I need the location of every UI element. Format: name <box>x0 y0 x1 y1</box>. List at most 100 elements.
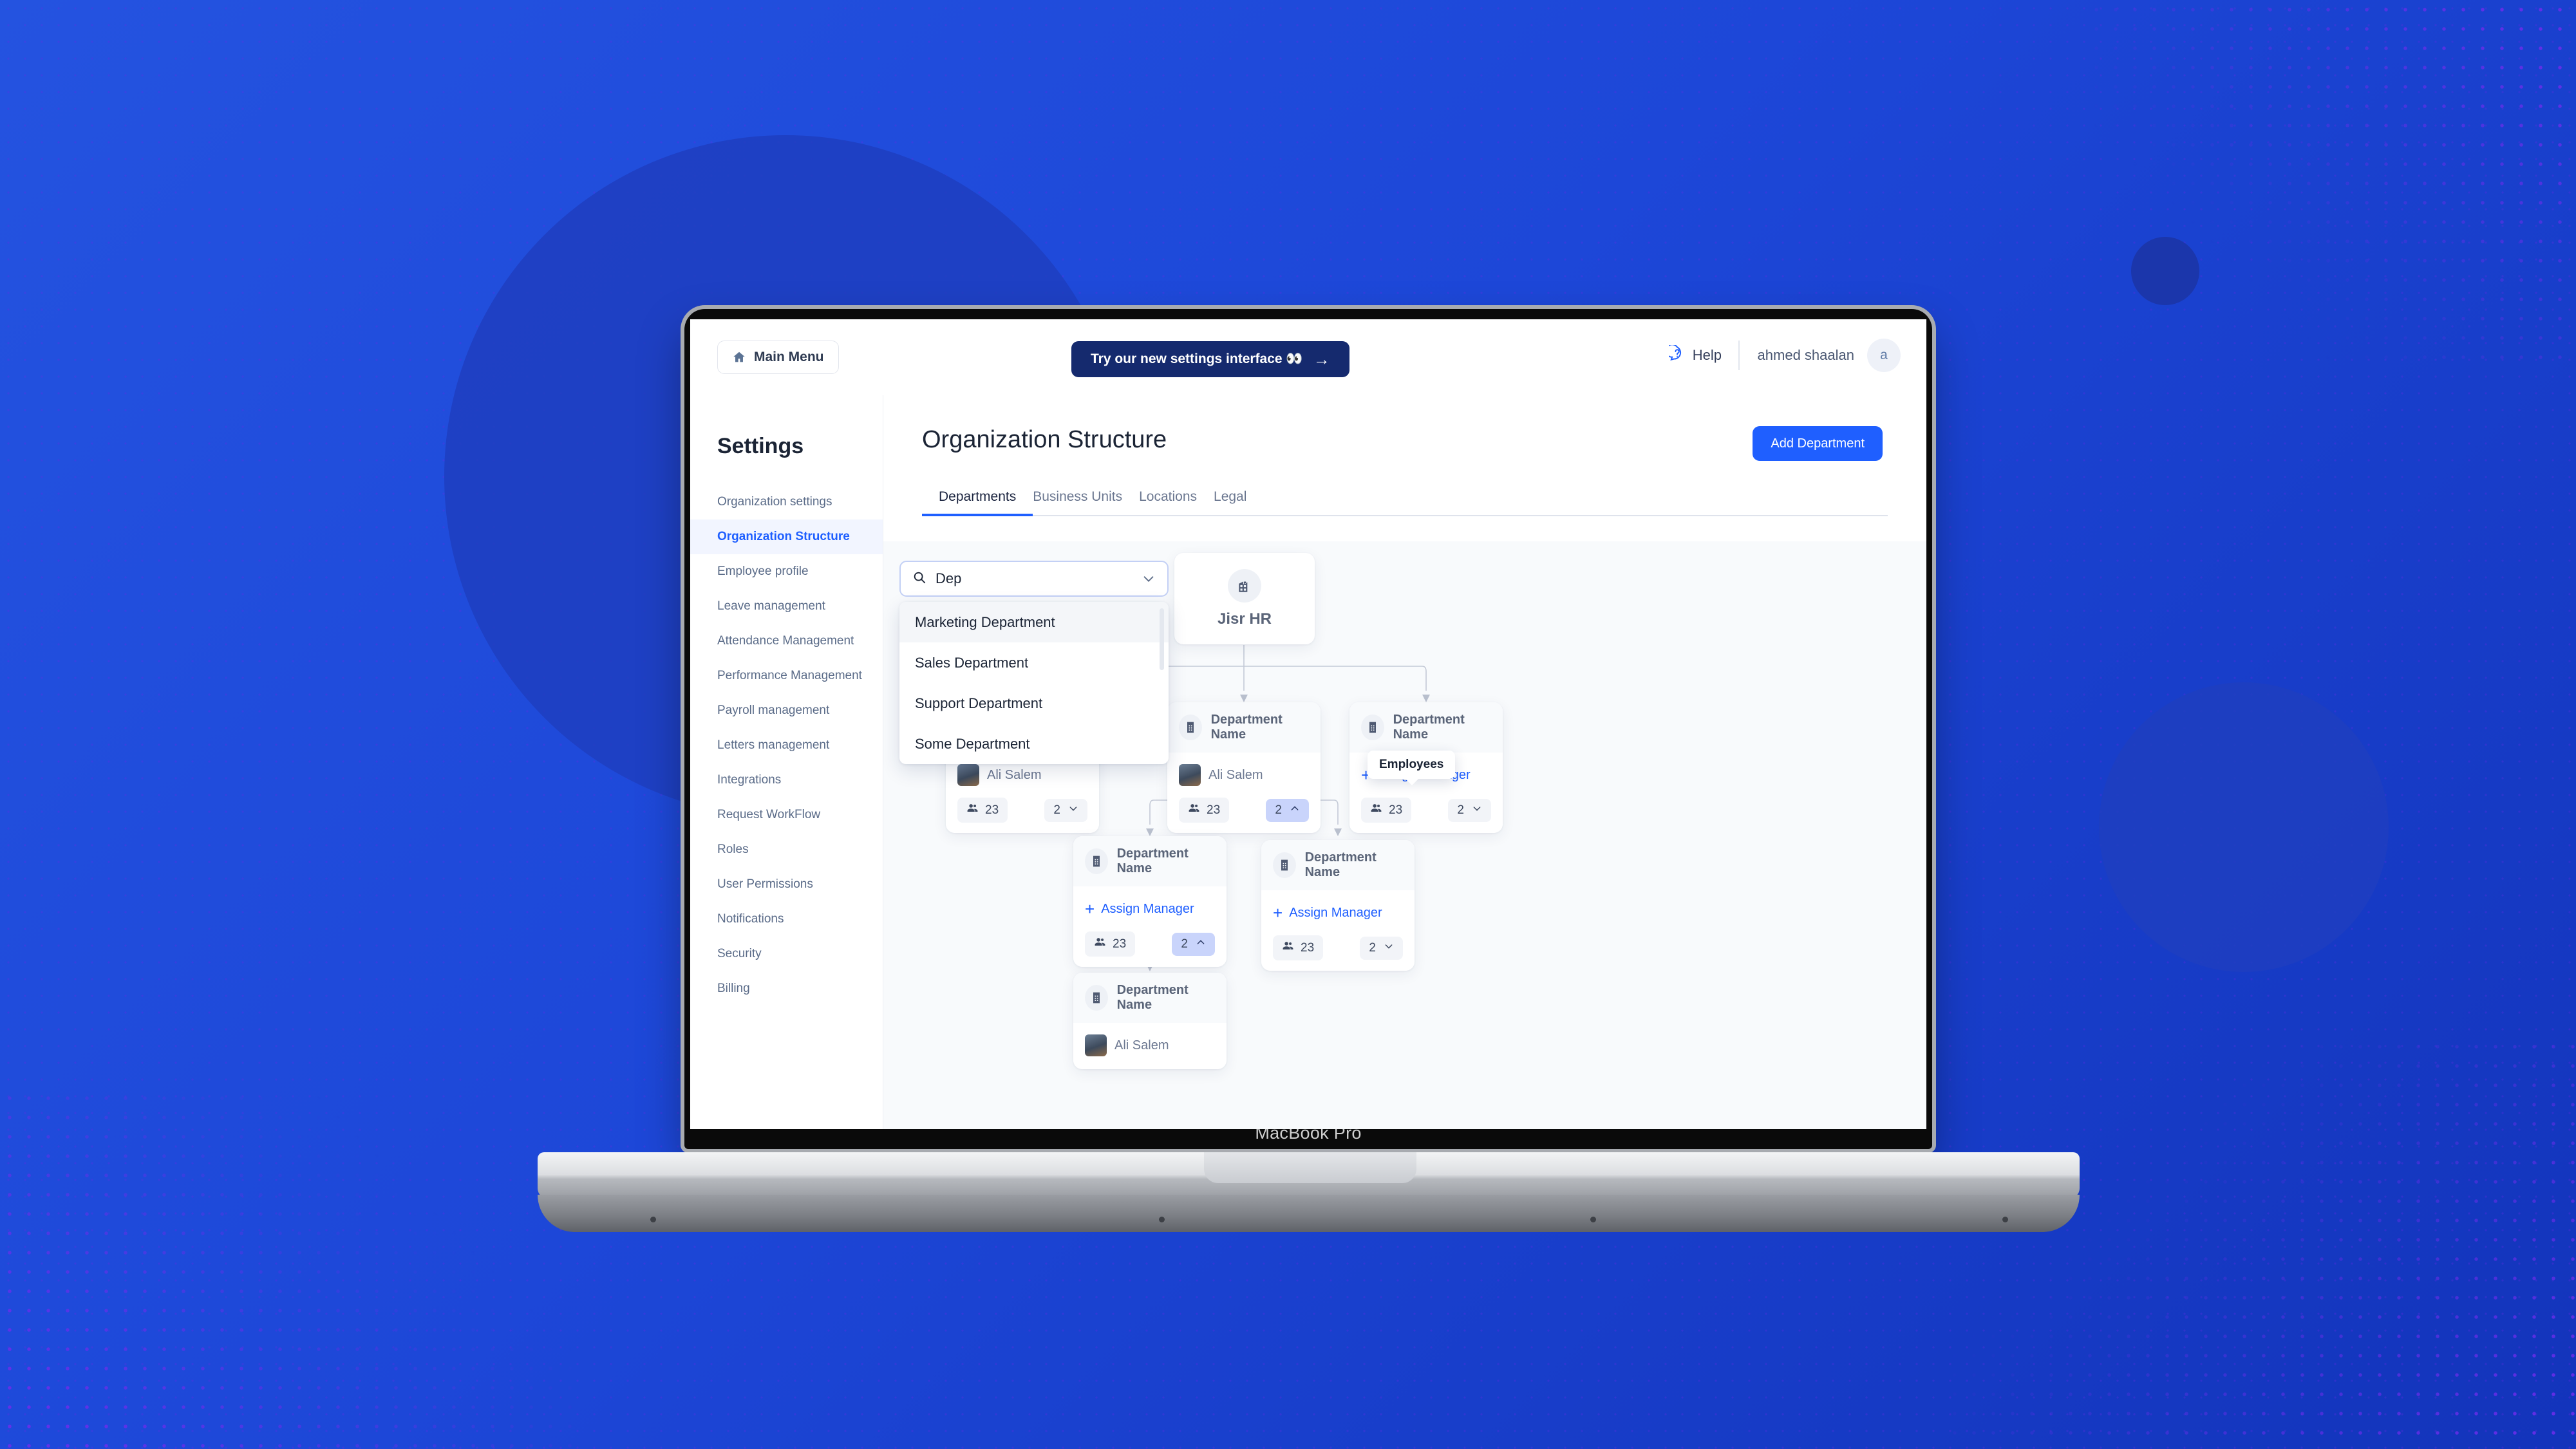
expand-children-toggle[interactable]: 2 <box>1448 798 1491 822</box>
children-count: 2 <box>1369 940 1376 955</box>
sidebar-item-security[interactable]: Security <box>690 937 883 971</box>
org-node-body: Ali Salem 23 2 <box>1167 753 1321 833</box>
add-department-button[interactable]: Add Department <box>1753 426 1883 461</box>
promo-banner-button[interactable]: Try our new settings interface 👀 → <box>1071 341 1349 377</box>
children-count: 2 <box>1053 803 1060 817</box>
sidebar-item-notifications[interactable]: Notifications <box>690 902 883 937</box>
org-node-5[interactable]: Department Name + Assign Manager 23 2 <box>1261 840 1415 971</box>
employees-icon <box>1188 802 1200 818</box>
children-count: 2 <box>1457 803 1464 817</box>
tab-business-units[interactable]: Business Units <box>1016 489 1139 515</box>
employees-count-pill[interactable]: 23 <box>1361 798 1412 823</box>
employees-count-pill[interactable]: 23 <box>1273 935 1324 960</box>
main-menu-button[interactable]: Main Menu <box>717 341 839 374</box>
manager-avatar <box>1085 1034 1107 1056</box>
employees-count-pill[interactable]: 23 <box>1179 798 1230 823</box>
assign-manager-button[interactable]: + Assign Manager <box>1273 899 1403 926</box>
laptop-base-foot <box>538 1195 2080 1232</box>
sidebar-item-performance-management[interactable]: Performance Management <box>690 659 883 693</box>
promo-banner-text: Try our new settings interface 👀 <box>1091 351 1303 366</box>
user-name-label: ahmed shaalan <box>1757 347 1854 363</box>
help-label: Help <box>1692 347 1722 363</box>
org-node-body: Ali Salem 23 2 <box>946 753 1099 833</box>
laptop-mockup: MacBook Pro Main Menu Try our new settin… <box>0 0 2576 1449</box>
org-node-footer: 23 2 <box>1361 798 1491 823</box>
org-node-header: Department Name <box>1167 702 1321 753</box>
main-menu-label: Main Menu <box>754 350 824 364</box>
chevron-down-icon <box>1472 803 1482 818</box>
sidebar-item-leave-management[interactable]: Leave management <box>690 589 883 624</box>
laptop-screen: Main Menu Try our new settings interface… <box>690 319 1926 1129</box>
org-node-manager-row[interactable]: Ali Salem <box>957 762 1087 789</box>
org-node-header: Department Name <box>1073 836 1227 886</box>
org-node-footer: 23 2 <box>1179 798 1309 823</box>
employees-count-pill[interactable]: 23 <box>1085 931 1136 957</box>
search-input-box[interactable]: Dep <box>899 561 1169 597</box>
employees-icon <box>1094 936 1106 952</box>
org-node-footer: 23 2 <box>1085 931 1215 957</box>
org-node-manager-row[interactable]: Ali Salem <box>1085 1032 1215 1059</box>
laptop-base-notch <box>1204 1152 1416 1183</box>
settings-sidebar: Settings Organization settings Organizat… <box>690 395 883 1129</box>
manager-avatar <box>1179 764 1201 786</box>
sidebar-item-letters-management[interactable]: Letters management <box>690 728 883 763</box>
app-topbar: Main Menu Try our new settings interface… <box>690 319 1926 395</box>
dropdown-scrollbar[interactable] <box>1160 608 1164 670</box>
sidebar-item-employee-profile[interactable]: Employee profile <box>690 554 883 589</box>
org-node-manager-row[interactable]: Ali Salem <box>1179 762 1309 789</box>
org-node-6[interactable]: Department Name Ali Salem <box>1073 973 1227 1069</box>
sidebar-item-integrations[interactable]: Integrations <box>690 763 883 798</box>
org-node-body: Ali Salem <box>1073 1023 1227 1069</box>
employees-count: 23 <box>1113 937 1127 951</box>
sidebar-item-billing[interactable]: Billing <box>690 971 883 1006</box>
org-node-2[interactable]: Department Name Ali Salem 23 2 <box>1167 702 1321 833</box>
sidebar-item-payroll-management[interactable]: Payroll management <box>690 693 883 728</box>
help-button[interactable]: Help <box>1665 344 1738 366</box>
org-node-title: Department Name <box>1116 846 1189 875</box>
sidebar-item-organization-structure[interactable]: Organization Structure <box>690 519 883 554</box>
sidebar-item-user-permissions[interactable]: User Permissions <box>690 867 883 902</box>
tab-legal[interactable]: Legal <box>1197 489 1263 515</box>
chevron-down-icon <box>1068 803 1078 818</box>
building-icon <box>1273 852 1296 878</box>
org-node-root[interactable]: Jisr HR <box>1174 553 1315 644</box>
sidebar-item-organization-settings[interactable]: Organization settings <box>690 485 883 519</box>
tab-bar: Departments Business Units Locations Leg… <box>922 489 1888 516</box>
building-icon <box>1228 569 1261 603</box>
sidebar-item-attendance-management[interactable]: Attendance Management <box>690 624 883 659</box>
building-icon <box>1085 985 1108 1011</box>
dropdown-option-some-department[interactable]: Some Department <box>899 724 1169 764</box>
dropdown-option-sales-department[interactable]: Sales Department <box>899 642 1169 683</box>
home-icon <box>732 350 746 364</box>
org-node-4[interactable]: Department Name + Assign Manager 23 2 <box>1073 836 1227 967</box>
collapse-children-toggle[interactable]: 2 <box>1172 932 1215 956</box>
user-menu[interactable]: ahmed shaalan a <box>1740 339 1901 372</box>
assign-manager-label: Assign Manager <box>1101 901 1194 916</box>
org-node-body: + Assign Manager 23 <box>1261 890 1415 971</box>
building-icon <box>1179 715 1202 740</box>
org-node-title: Department Name <box>1304 850 1377 879</box>
search-dropdown-list[interactable]: Marketing Department Sales Department Su… <box>899 602 1169 764</box>
dropdown-option-support-department[interactable]: Support Department <box>899 683 1169 724</box>
page-title: Organization Structure <box>922 426 1167 453</box>
arrow-right-icon: → <box>1313 349 1330 369</box>
org-node-title: Department Name <box>1210 713 1283 742</box>
org-node-title: Department Name <box>1116 983 1189 1012</box>
org-node-header: Department Name <box>1349 702 1503 753</box>
expand-children-toggle[interactable]: 2 <box>1360 936 1403 960</box>
building-icon <box>1361 715 1384 740</box>
chevron-down-icon[interactable] <box>1142 572 1156 586</box>
assign-manager-button[interactable]: + Assign Manager <box>1085 895 1215 922</box>
page-header: Organization Structure Add Department <box>883 395 1926 461</box>
department-search: Dep Marketing Department Sales Departmen… <box>899 561 1169 764</box>
sidebar-item-roles[interactable]: Roles <box>690 832 883 867</box>
collapse-children-toggle[interactable]: 2 <box>1266 798 1309 822</box>
employees-count-pill[interactable]: 23 <box>957 798 1008 823</box>
sidebar-item-request-workflow[interactable]: Request WorkFlow <box>690 798 883 832</box>
chevron-up-icon <box>1196 937 1206 951</box>
search-input-value[interactable]: Dep <box>935 570 1133 587</box>
expand-children-toggle[interactable]: 2 <box>1044 798 1087 822</box>
employees-count: 23 <box>1301 940 1315 955</box>
dropdown-option-marketing-department[interactable]: Marketing Department <box>899 602 1169 642</box>
org-chart-canvas[interactable]: Jisr HR Department Name <box>883 541 1926 1129</box>
